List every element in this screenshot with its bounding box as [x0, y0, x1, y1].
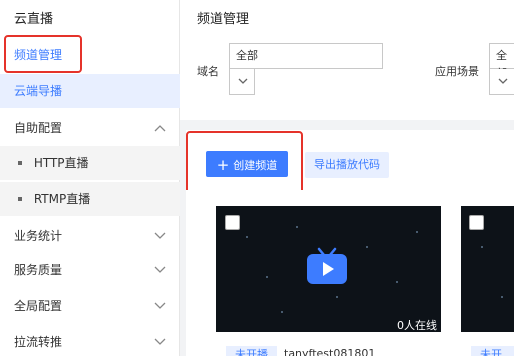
page-title: 频道管理	[197, 12, 250, 27]
chevron-down-icon	[154, 325, 166, 356]
sidebar-item-label: 服务质量	[14, 263, 63, 277]
sidebar-item-pull-push[interactable]: 拉流转推	[0, 325, 180, 356]
sidebar-item-label: HTTP直播	[33, 156, 89, 170]
export-play-code-label: 导出播放代码	[314, 158, 380, 171]
highlight-box	[4, 35, 82, 73]
status-badge: 未开播	[471, 346, 514, 356]
sidebar-item-http-live[interactable]: HTTP直播	[0, 146, 180, 180]
sidebar-item-label: 业务统计	[14, 229, 63, 243]
channel-name: tanyftest081801	[284, 347, 376, 356]
online-count: 0人在线	[397, 319, 437, 332]
sidebar-item-business-stats[interactable]: 业务统计	[0, 219, 180, 253]
sidebar-item-global-config[interactable]: 全局配置	[0, 289, 180, 323]
chevron-down-icon	[238, 78, 248, 84]
sidebar-item-label: 全局配置	[14, 299, 63, 313]
domain-label: 域名	[197, 65, 219, 78]
chevron-down-icon	[498, 78, 508, 84]
sidebar-item-label: 拉流转推	[14, 335, 63, 349]
card-checkbox[interactable]	[225, 215, 240, 230]
scene-label: 应用场景	[435, 65, 479, 78]
sidebar-item-self-config[interactable]: 自助配置	[0, 111, 180, 145]
chevron-down-icon	[154, 289, 166, 323]
card-checkbox[interactable]	[469, 215, 484, 230]
status-badge: 未开播	[226, 346, 277, 356]
sidebar-item-service-quality[interactable]: 服务质量	[0, 253, 180, 287]
sidebar-item-rtmp-live[interactable]: RTMP直播	[0, 182, 180, 216]
bullet-icon	[18, 160, 22, 165]
tv-icon	[304, 246, 350, 289]
sidebar-item-label: 自助配置	[14, 121, 63, 135]
highlight-box	[186, 131, 303, 196]
chevron-up-icon	[154, 111, 166, 145]
domain-dropdown-button[interactable]	[229, 69, 255, 95]
sidebar-item-label: 云端导播	[14, 84, 63, 98]
scene-select[interactable]: 全部	[489, 43, 514, 80]
domain-select-value: 全部	[236, 49, 258, 62]
app-title: 云直播	[14, 12, 54, 27]
chevron-down-icon	[154, 219, 166, 253]
export-play-code-button[interactable]: 导出播放代码	[305, 152, 389, 178]
scene-dropdown-button[interactable]	[489, 69, 514, 95]
bullet-icon	[18, 196, 22, 201]
domain-select[interactable]: 全部	[229, 43, 383, 69]
sidebar-item-label: RTMP直播	[33, 192, 91, 206]
sidebar-item-cloud-director[interactable]: 云端导播	[0, 74, 180, 108]
chevron-down-icon	[154, 253, 166, 287]
